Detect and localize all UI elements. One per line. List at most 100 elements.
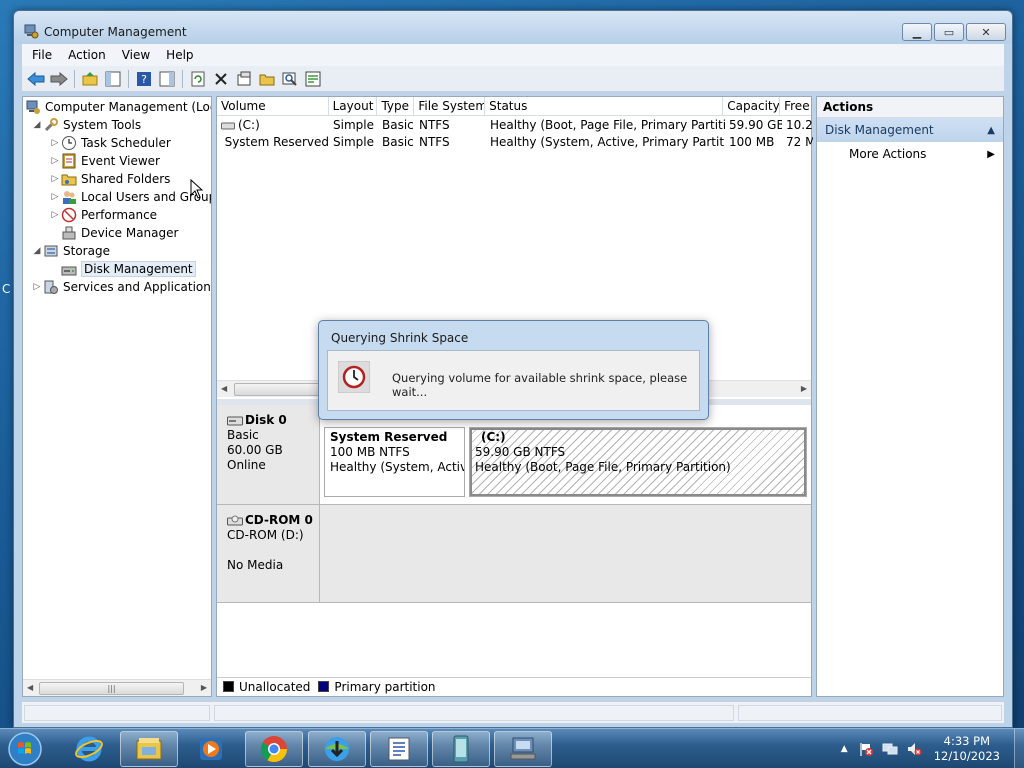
close-button[interactable]: ✕	[966, 23, 1006, 41]
primary-swatch	[318, 681, 330, 692]
dialog-body: Querying volume for available shrink spa…	[327, 350, 700, 411]
collapse-arrow-icon[interactable]: ◢	[31, 246, 43, 256]
collapse-arrow-icon[interactable]: ◢	[31, 120, 43, 130]
title-bar[interactable]: Computer Management ▁ ▭ ✕	[14, 11, 1012, 44]
event-viewer-icon	[62, 153, 76, 169]
partition-size: 100 MB NTFS	[330, 445, 410, 459]
scroll-left-arrow-icon[interactable]: ◀	[27, 683, 33, 692]
tree-item-shared-folders[interactable]: ▷ Shared Folders	[49, 170, 171, 188]
back-icon[interactable]	[26, 69, 46, 89]
volume-free: 72 M	[786, 135, 813, 149]
actions-group-disk-management[interactable]: Disk Management ▲	[817, 118, 1003, 142]
tree-item-local-users[interactable]: ▷ Local Users and Groups	[49, 188, 211, 206]
tree-item-task-scheduler[interactable]: ▷ Task Scheduler	[49, 134, 171, 152]
column-header-layout[interactable]: Layout	[329, 97, 378, 115]
notepad-list-icon[interactable]	[370, 731, 428, 767]
windows-start-icon[interactable]	[6, 731, 44, 767]
help-icon[interactable]: ?	[134, 69, 154, 89]
action-center-flag-icon[interactable]	[858, 741, 874, 757]
tree-item-storage[interactable]: ◢ Storage	[31, 242, 110, 260]
computer-management-icon[interactable]	[494, 731, 552, 767]
expand-arrow-icon[interactable]: ▷	[31, 282, 43, 292]
refresh-icon[interactable]	[188, 69, 208, 89]
chrome-icon[interactable]	[245, 731, 303, 767]
volume-row[interactable]: (C:) Simple Basic NTFS Healthy (Boot, Pa…	[217, 117, 813, 134]
expand-arrow-icon[interactable]: ▷	[49, 156, 61, 166]
disk-management-icon	[61, 266, 77, 276]
scroll-left-arrow-icon[interactable]: ◀	[221, 384, 227, 393]
delete-icon[interactable]	[211, 69, 231, 89]
up-folder-icon[interactable]	[80, 69, 100, 89]
column-header-capacity[interactable]: Capacity	[723, 97, 781, 115]
show-hidden-icons-button[interactable]: ▲	[841, 744, 848, 754]
menu-action[interactable]: Action	[60, 48, 114, 62]
expand-arrow-icon[interactable]: ▷	[49, 192, 61, 202]
scroll-right-arrow-icon[interactable]: ▶	[201, 683, 207, 692]
clock-icon	[62, 136, 76, 150]
disk-legend: Unallocated Primary partition	[217, 677, 811, 696]
actions-group-label: Disk Management	[825, 123, 934, 137]
tree-item-root[interactable]: Computer Management (Local	[25, 98, 212, 116]
search-icon[interactable]	[280, 69, 300, 89]
file-explorer-icon[interactable]	[120, 731, 178, 767]
tree-horizontal-scrollbar[interactable]: ◀ ||| ▶	[23, 679, 211, 696]
legend-unallocated: Unallocated	[223, 680, 310, 694]
minimize-button[interactable]: ▁	[902, 23, 932, 41]
volume-row[interactable]: System Reserved Simple Basic NTFS Health…	[217, 134, 813, 151]
volume-fs: NTFS	[419, 135, 450, 149]
scroll-right-arrow-icon[interactable]: ▶	[801, 384, 807, 393]
column-header-file-system[interactable]: File System	[414, 97, 486, 115]
menu-view[interactable]: View	[114, 48, 158, 62]
services-icon	[44, 280, 58, 294]
disk-0-state: Online	[227, 458, 266, 472]
cdrom-0-info[interactable]: CD-ROM 0 CD-ROM (D:) No Media	[217, 505, 320, 603]
menu-file[interactable]: File	[24, 48, 60, 62]
tree-item-system-tools[interactable]: ◢ System Tools	[31, 116, 141, 134]
export-icon[interactable]	[303, 69, 323, 89]
volume-fs: NTFS	[419, 118, 450, 132]
tree-item-event-viewer[interactable]: ▷ Event Viewer	[49, 152, 160, 170]
tree-label-shared-folders: Shared Folders	[81, 172, 171, 186]
forward-icon[interactable]	[49, 69, 69, 89]
dialog-message: Querying volume for available shrink spa…	[392, 371, 688, 399]
action-more-actions[interactable]: More Actions ▶	[817, 142, 1003, 166]
partition-size: 59.90 GB NTFS	[475, 445, 566, 459]
desktop-edge-text: C	[2, 282, 11, 296]
expand-arrow-icon[interactable]: ▷	[49, 138, 61, 148]
tree-item-device-manager[interactable]: Device Manager	[61, 224, 178, 242]
show-hide-action-icon[interactable]	[157, 69, 177, 89]
volume-muted-icon[interactable]	[906, 741, 922, 757]
actions-header: Actions	[817, 97, 1003, 118]
properties-icon[interactable]	[234, 69, 254, 89]
tree-label-root: Computer Management (Local	[45, 100, 212, 114]
network-icon[interactable]	[882, 741, 898, 757]
partition-c[interactable]: (C:) 59.90 GB NTFS Healthy (Boot, Page F…	[469, 427, 807, 497]
download-manager-icon[interactable]	[308, 731, 366, 767]
disk-0-info[interactable]: Disk 0 Basic 60.00 GB Online	[217, 405, 320, 505]
internet-explorer-icon[interactable]	[60, 731, 118, 767]
column-header-free[interactable]: Free	[780, 97, 811, 115]
column-header-volume[interactable]: Volume	[217, 97, 329, 115]
menu-help[interactable]: Help	[158, 48, 201, 62]
storage-icon	[44, 245, 58, 257]
disk-0-size: 60.00 GB	[227, 443, 283, 457]
show-hide-tree-icon[interactable]	[103, 69, 123, 89]
dialog-title: Querying Shrink Space	[331, 331, 469, 345]
expand-arrow-icon[interactable]: ▷	[49, 210, 61, 220]
tree-item-disk-management[interactable]: Disk Management	[61, 260, 196, 278]
tree-item-performance[interactable]: ▷ Performance	[49, 206, 157, 224]
open-icon[interactable]	[257, 69, 277, 89]
expand-arrow-icon[interactable]: ▷	[49, 174, 61, 184]
scrollbar-thumb[interactable]: |||	[39, 682, 184, 695]
show-desktop-button[interactable]	[1014, 729, 1024, 768]
media-player-icon[interactable]	[182, 731, 240, 767]
phone-device-icon[interactable]	[432, 731, 490, 767]
partition-system-reserved[interactable]: System Reserved 100 MB NTFS Healthy (Sys…	[324, 427, 465, 497]
column-header-type[interactable]: Type	[377, 97, 415, 115]
tree-item-services[interactable]: ▷ Services and Applications	[31, 278, 211, 296]
clock[interactable]: 4:33 PM 12/10/2023	[934, 734, 1000, 764]
column-header-status[interactable]: Status	[485, 97, 724, 115]
maximize-button[interactable]: ▭	[934, 23, 964, 41]
users-icon	[63, 191, 76, 204]
collapse-up-icon[interactable]: ▲	[987, 125, 995, 136]
